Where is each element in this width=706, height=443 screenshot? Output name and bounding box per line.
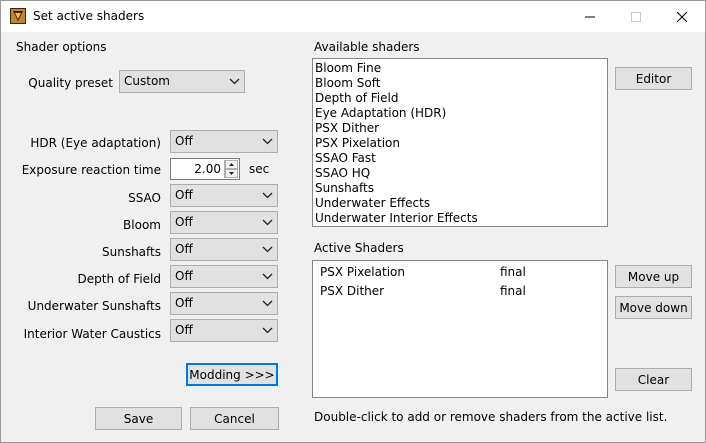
available-shaders-heading: Available shaders	[314, 40, 420, 54]
list-item[interactable]: Depth of Field	[315, 91, 398, 105]
close-button[interactable]	[659, 1, 705, 32]
list-item[interactable]: SSAO HQ	[315, 166, 370, 180]
chevron-down-icon	[262, 300, 273, 307]
depth-of-field-label: Depth of Field	[77, 272, 161, 286]
app-icon	[10, 8, 26, 24]
bloom-value: Off	[175, 215, 193, 229]
depth-of-field-value: Off	[175, 269, 193, 283]
list-item[interactable]: SSAO Fast	[315, 151, 376, 165]
cancel-button[interactable]: Cancel	[190, 407, 279, 430]
close-icon	[677, 11, 687, 22]
maximize-icon	[631, 11, 641, 22]
quality-preset-dropdown[interactable]: Custom	[119, 70, 245, 93]
spin-up-button[interactable]	[225, 160, 238, 169]
chevron-down-icon	[262, 246, 273, 253]
chevron-down-icon	[262, 138, 273, 145]
dialog-window: Set active shaders Shader options Qualit…	[0, 0, 706, 443]
ssao-label: SSAO	[128, 191, 161, 205]
active-shaders-heading: Active Shaders	[314, 241, 404, 255]
interior-water-caustics-label: Interior Water Caustics	[23, 327, 161, 341]
title-bar: Set active shaders	[1, 1, 705, 32]
active-shader-name: PSX Dither	[320, 284, 385, 298]
active-shader-name: PSX Pixelation	[320, 265, 405, 279]
exposure-value: 2.00	[194, 162, 221, 176]
exposure-spinner[interactable]: 2.00	[170, 158, 240, 180]
interior-water-caustics-value: Off	[175, 323, 193, 337]
hdr-label: HDR (Eye adaptation)	[30, 136, 161, 150]
spin-down-button[interactable]	[225, 169, 238, 178]
save-button[interactable]: Save	[95, 407, 182, 430]
interior-water-caustics-dropdown[interactable]: Off	[170, 319, 278, 342]
shader-options-heading: Shader options	[16, 40, 107, 54]
underwater-sunshafts-dropdown[interactable]: Off	[170, 292, 278, 315]
sunshafts-label: Sunshafts	[101, 245, 161, 259]
hint-text: Double-click to add or remove shaders fr…	[314, 410, 668, 424]
underwater-sunshafts-label: Underwater Sunshafts	[27, 299, 161, 313]
chevron-down-icon	[262, 273, 273, 280]
ssao-value: Off	[175, 188, 193, 202]
active-shader-tag: final	[500, 284, 526, 298]
window-title: Set active shaders	[33, 9, 145, 23]
active-shaders-list[interactable]: PSX Pixelation final PSX Dither final	[312, 260, 608, 398]
underwater-sunshafts-value: Off	[175, 296, 193, 310]
list-item[interactable]: PSX Pixelation final	[313, 265, 607, 281]
chevron-down-icon	[229, 78, 240, 85]
sunshafts-value: Off	[175, 242, 193, 256]
spinner-buttons	[224, 160, 238, 178]
exposure-label: Exposure reaction time	[21, 163, 161, 177]
hdr-dropdown[interactable]: Off	[170, 130, 278, 153]
list-item[interactable]: PSX Dither	[315, 121, 379, 135]
list-item[interactable]: Underwater Effects	[315, 196, 430, 210]
minimize-button[interactable]	[567, 1, 613, 32]
bloom-dropdown[interactable]: Off	[170, 211, 278, 234]
move-up-button[interactable]: Move up	[615, 265, 692, 288]
quality-preset-value: Custom	[124, 74, 170, 88]
spin-down-icon	[229, 172, 234, 175]
available-shaders-list[interactable]: Bloom Fine Bloom Soft Depth of Field Eye…	[312, 58, 608, 227]
hdr-value: Off	[175, 134, 193, 148]
depth-of-field-dropdown[interactable]: Off	[170, 265, 278, 288]
minimize-icon	[585, 16, 595, 17]
list-item[interactable]: Bloom Fine	[315, 61, 381, 75]
active-shader-tag: final	[500, 265, 526, 279]
list-item[interactable]: PSX Pixelation	[315, 136, 400, 150]
maximize-button[interactable]	[613, 1, 659, 32]
spin-up-icon	[229, 163, 234, 166]
modding-button[interactable]: Modding >>>	[186, 363, 278, 386]
move-down-button[interactable]: Move down	[615, 296, 692, 319]
list-item[interactable]: PSX Dither final	[313, 284, 607, 300]
sunshafts-dropdown[interactable]: Off	[170, 238, 278, 261]
ssao-dropdown[interactable]: Off	[170, 184, 278, 207]
list-item[interactable]: Underwater Interior Effects	[315, 211, 478, 225]
list-item[interactable]: Bloom Soft	[315, 76, 380, 90]
list-item[interactable]: Eye Adaptation (HDR)	[315, 106, 446, 120]
quality-preset-label: Quality preset	[28, 76, 113, 90]
bloom-label: Bloom	[123, 218, 161, 232]
chevron-down-icon	[262, 219, 273, 226]
list-item[interactable]: Sunshafts	[315, 181, 374, 195]
clear-button[interactable]: Clear	[615, 368, 692, 391]
chevron-down-icon	[262, 192, 273, 199]
chevron-down-icon	[262, 327, 273, 334]
editor-button[interactable]: Editor	[615, 67, 692, 90]
exposure-unit: sec	[249, 162, 270, 176]
